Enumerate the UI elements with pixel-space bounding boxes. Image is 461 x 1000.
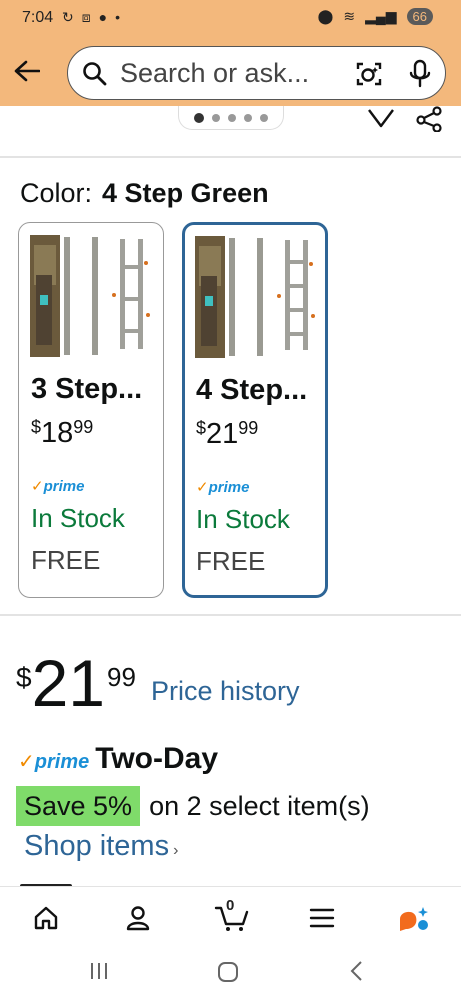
status-bar: 7:04 ↻ ⧈ ● • ⬤ ≋ ▂▄▆ 66 (0, 0, 461, 36)
recent-apps-icon[interactable] (88, 960, 110, 982)
image-carousel-footer (0, 106, 461, 158)
menu-icon (309, 908, 335, 928)
variant-shipping: FREE (31, 545, 101, 575)
chevron-right-icon: › (173, 842, 179, 859)
save-badge: Save 5% (16, 786, 141, 826)
prime-delivery: ✓prime Two-Day (18, 742, 218, 776)
prime-logo: ✓prime (18, 749, 89, 774)
color-selected-value: 4 Step Green (102, 178, 269, 208)
user-icon (126, 906, 150, 931)
carousel-dot[interactable] (194, 112, 204, 123)
prime-badge: ✓prime (196, 478, 249, 496)
sync-icon: ↻ (62, 9, 74, 25)
variant-price-currency: $ (31, 417, 42, 437)
promotion-line: Save 5% on 2 select item(s) (16, 786, 370, 826)
color-label: Color: 4 Step Green (20, 178, 269, 209)
variant-price-fraction: 99 (73, 417, 94, 437)
product-thumbnail (30, 235, 152, 357)
divider (0, 614, 461, 616)
price-fraction: 99 (107, 662, 136, 692)
prime-check-icon: ✓ (18, 751, 35, 773)
price-whole: 21 (31, 646, 105, 720)
divider (0, 156, 461, 158)
heart-icon[interactable] (366, 108, 396, 130)
back-button[interactable] (10, 54, 44, 88)
variant-price-currency: $ (196, 418, 207, 438)
price-history-link[interactable]: Price history (151, 676, 300, 707)
camera-lens-icon[interactable] (354, 59, 384, 89)
back-arrow-icon (14, 60, 40, 82)
carousel-dot[interactable] (244, 113, 252, 122)
location-icon: ⬤ (317, 8, 334, 24)
microphone-icon[interactable] (408, 59, 432, 89)
system-back-icon[interactable] (346, 960, 368, 982)
nav-account[interactable] (118, 901, 158, 935)
home-icon (34, 906, 58, 930)
variant-stock: In Stock (31, 503, 125, 533)
prime-text: prime (208, 479, 250, 496)
prime-text: prime (43, 478, 85, 495)
shop-items-link[interactable]: Shop items › (24, 830, 178, 863)
shop-items-label: Shop items (24, 830, 170, 862)
variant-card-3-step[interactable]: 3 Step... $1899 ✓prime In Stock FREE (18, 222, 164, 598)
color-label-text: Color: (20, 178, 93, 208)
nav-home[interactable] (26, 901, 66, 935)
wifi-icon: ≋ (343, 8, 356, 24)
variant-price: $2199 (196, 418, 258, 451)
price-currency: $ (16, 662, 32, 693)
promotion-text: on 2 select item(s) (149, 790, 370, 821)
prime-check-icon: ✓ (31, 478, 44, 495)
prime-check-icon: ✓ (196, 479, 209, 496)
variant-stock: In Stock (196, 504, 290, 534)
screenshot-icon: ⧈ (81, 9, 91, 25)
nav-cart[interactable]: 0 (212, 897, 252, 935)
search-header (0, 36, 461, 106)
variant-price-whole: 21 (206, 418, 239, 450)
status-system-icons: ⬤ ≋ ▂▄▆ 66 (318, 8, 433, 25)
search-bar[interactable] (67, 46, 446, 100)
nav-rufus[interactable] (394, 901, 434, 935)
variant-price: $1899 (31, 417, 93, 450)
variant-price-whole: 18 (41, 417, 74, 449)
variant-name: 3 Step... (31, 373, 143, 405)
carousel-dot[interactable] (228, 113, 236, 122)
cart-count: 0 (226, 897, 235, 914)
bottom-navigation: 0 (0, 886, 461, 944)
variant-card-4-step[interactable]: 4 Step... $2199 ✓prime In Stock FREE (182, 222, 328, 598)
status-time: 7:04 (22, 9, 54, 26)
more-notifications-icon: • (115, 9, 121, 25)
product-thumbnail (195, 236, 317, 358)
delivery-speed: Two-Day (95, 742, 219, 775)
carousel-dot[interactable] (212, 113, 220, 122)
share-icon[interactable] (414, 106, 444, 132)
search-input[interactable] (120, 53, 335, 93)
system-home-icon[interactable] (216, 960, 240, 984)
rufus-assistant-icon (400, 907, 428, 931)
search-icon (83, 62, 107, 86)
main-price: $ 21 99 (16, 650, 136, 716)
battery-icon: 66 (406, 8, 433, 25)
variant-shipping: FREE (196, 546, 266, 576)
prime-badge: ✓prime (31, 477, 84, 495)
messenger-icon: ● (98, 9, 108, 25)
variant-name: 4 Step... (196, 374, 308, 406)
system-navigation-bar (0, 944, 461, 1000)
carousel-dot[interactable] (260, 113, 268, 122)
variant-price-fraction: 99 (238, 418, 259, 438)
nav-menu[interactable] (302, 901, 342, 935)
prime-logo-text: prime (34, 751, 90, 773)
carousel-dots[interactable] (178, 106, 284, 130)
status-notification-icons: ↻ ⧈ ● • (62, 9, 120, 26)
signal-icon: ▂▄▆ (365, 8, 397, 24)
